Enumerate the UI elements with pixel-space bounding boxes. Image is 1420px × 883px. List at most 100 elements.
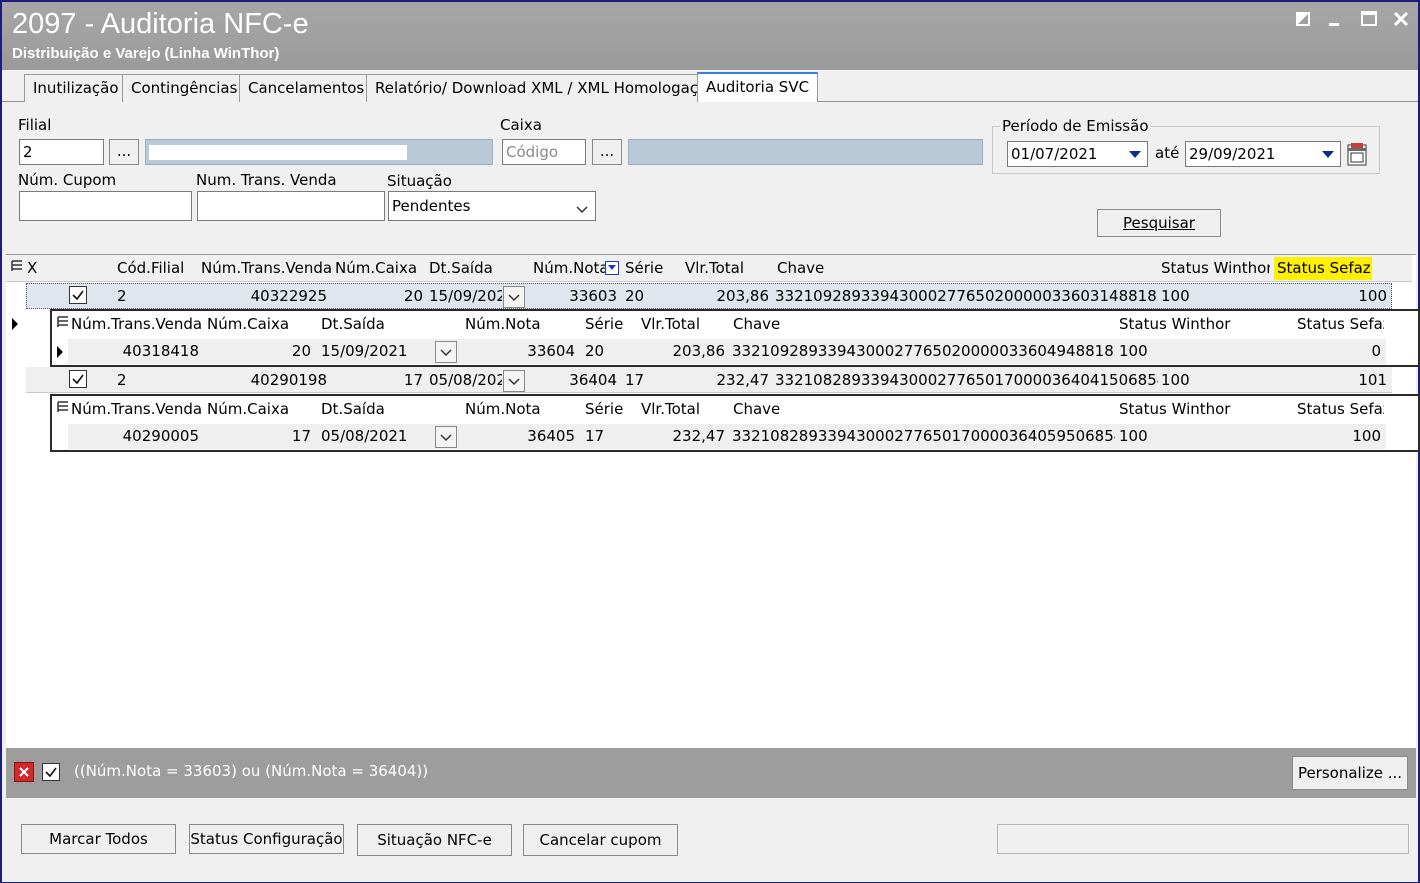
tab-inutilizacao[interactable]: Inutilização	[24, 74, 128, 102]
detail-2-num-nota: 36405	[527, 427, 575, 445]
detail-2-header-status-winthor[interactable]: Status Winthor	[1116, 397, 1286, 422]
header-dt-saida[interactable]: Dt.Saída	[426, 256, 526, 281]
row-1-chave: 3321092893394300027765020000033603148818…	[775, 287, 1158, 305]
row-2-cod-filial: 2	[117, 371, 127, 389]
detail-1-dt-saida: 15/09/2021	[321, 342, 408, 360]
clear-filter-icon[interactable]	[14, 762, 34, 782]
trans-venda-label: Num. Trans. Venda	[196, 171, 337, 189]
personalize-button[interactable]: Personalize ...	[1292, 756, 1408, 790]
header-status-winthor[interactable]: Status Winthor	[1158, 256, 1270, 281]
detail-2-header-num-trans[interactable]: Núm.Trans.Venda	[68, 397, 202, 422]
row-1-date-dropdown-icon[interactable]	[503, 286, 525, 308]
marcar-todos-button[interactable]: Marcar Todos	[21, 824, 176, 854]
detail-2-date-dropdown-icon[interactable]	[435, 426, 457, 448]
app-window: 2097 - Auditoria NFC-e Distribuição e Va…	[0, 0, 1420, 883]
tab-contingencias[interactable]: Contingências	[122, 74, 247, 102]
maximize-icon[interactable]	[1358, 10, 1380, 32]
detail-2-header-serie[interactable]: Série	[582, 397, 636, 422]
detail-1-num-trans: 40318418	[122, 342, 199, 360]
header-status-sefaz[interactable]: Status Sefaz	[1274, 257, 1372, 280]
caixa-label: Caixa	[500, 116, 542, 134]
row-1-num-caixa: 20	[403, 287, 423, 305]
tab-relatorio-download[interactable]: Relatório/ Download XML / XML Homologaçã…	[366, 74, 726, 102]
detail-1-num-caixa: 20	[291, 342, 311, 360]
header-num-caixa[interactable]: Núm.Caixa	[332, 256, 428, 281]
row-2-vlr-total: 232,47	[716, 371, 770, 389]
restore-icon[interactable]	[1292, 10, 1314, 32]
situacao-nfce-button[interactable]: Situação NFC-e	[357, 824, 512, 856]
tab-cancelamentos[interactable]: Cancelamentos	[239, 74, 374, 102]
detail-1-header-chave[interactable]: Chave	[730, 312, 1110, 337]
header-cod-filial[interactable]: Cód.Filial	[114, 256, 200, 281]
detail-2-num-caixa: 17	[291, 427, 311, 445]
detail-2-serie: 17	[585, 427, 605, 445]
cancelar-cupom-button[interactable]: Cancelar cupom	[523, 824, 678, 856]
date-from-value: 01/07/2021	[1011, 145, 1098, 163]
date-to-input[interactable]: 29/09/2021	[1185, 141, 1341, 167]
detail-2-header-num-nota[interactable]: Núm.Nota	[462, 397, 578, 422]
caixa-lookup-button[interactable]: ...	[592, 139, 622, 165]
detail-2-header-dt-saida[interactable]: Dt.Saída	[318, 397, 458, 422]
date-to-dropdown-icon[interactable]	[1319, 145, 1337, 163]
detail-1-header-vlr-total[interactable]: Vlr.Total	[638, 312, 726, 337]
status-configuracao-button[interactable]: Status Configuração	[189, 824, 344, 854]
detail-1-vlr-total: 203,86	[672, 342, 726, 360]
filter-expression[interactable]: ((Núm.Nota = 33603) ou (Núm.Nota = 36404…	[74, 762, 428, 780]
window-subtitle: Distribuição e Varejo (Linha WinThor)	[12, 45, 280, 62]
minimize-icon[interactable]	[1324, 10, 1346, 32]
filial-description-field	[145, 139, 493, 165]
pesquisar-button[interactable]: Pesquisar	[1097, 209, 1221, 237]
cupom-input[interactable]	[19, 191, 192, 221]
tab-auditoria-svc[interactable]: Auditoria SVC	[697, 72, 819, 102]
date-from-dropdown-icon[interactable]	[1126, 145, 1144, 163]
detail-1-serie: 20	[585, 342, 605, 360]
trans-venda-input[interactable]	[197, 191, 385, 221]
close-icon[interactable]	[1390, 10, 1412, 32]
situacao-label: Situação	[387, 172, 452, 190]
detail-1-header-serie[interactable]: Série	[582, 312, 636, 337]
results-grid: X Cód.Filial Núm.Trans.Venda Núm.Caixa D…	[6, 254, 1420, 748]
caixa-input[interactable]: Código	[502, 139, 586, 165]
redacted-text	[149, 145, 407, 160]
detail-1-header-num-caixa[interactable]: Núm.Caixa	[204, 312, 314, 337]
detail-2-header-num-caixa[interactable]: Núm.Caixa	[204, 397, 314, 422]
header-num-nota[interactable]: Núm.Nota	[530, 256, 606, 281]
chevron-down-icon	[575, 198, 589, 226]
row-1-serie: 20	[625, 287, 645, 305]
filter-enabled-checkbox[interactable]	[42, 763, 60, 781]
header-x[interactable]: X	[24, 256, 64, 281]
situacao-select[interactable]: Pendentes	[388, 191, 596, 221]
header-num-trans[interactable]: Núm.Trans.Venda	[198, 256, 332, 281]
detail-1-header-num-nota[interactable]: Núm.Nota	[462, 312, 578, 337]
filial-input[interactable]: 2	[19, 139, 104, 165]
detail-1-header-status-sefaz[interactable]: Status Sefaz	[1294, 312, 1384, 337]
detail-grid-1: Núm.Trans.Venda Núm.Caixa Dt.Saída Núm.N…	[50, 309, 1420, 367]
header-chave[interactable]: Chave	[774, 256, 1154, 281]
detail-1-header-status-winthor[interactable]: Status Winthor	[1116, 312, 1286, 337]
detail-2-header-status-sefaz[interactable]: Status Sefaz	[1294, 397, 1384, 422]
row-2-checkbox[interactable]	[69, 370, 87, 388]
header-vlr-total[interactable]: Vlr.Total	[682, 256, 772, 281]
row-1-checkbox[interactable]	[69, 286, 87, 304]
detail-2-header-chave[interactable]: Chave	[730, 397, 1110, 422]
detail-grid-2: Núm.Trans.Venda Núm.Caixa Dt.Saída Núm.N…	[50, 394, 1420, 452]
detail-1-date-dropdown-icon[interactable]	[435, 341, 457, 363]
row-pointer-icon	[10, 317, 20, 335]
filter-icon[interactable]	[605, 261, 619, 275]
date-from-input[interactable]: 01/07/2021	[1007, 141, 1148, 167]
filial-lookup-button[interactable]: ...	[109, 139, 139, 165]
detail-1-status-sefaz: 0	[1371, 342, 1381, 360]
detail-1-pointer-icon	[55, 345, 65, 363]
row-2-chave: 3321082893394300027765017000036404150685…	[775, 371, 1158, 389]
tab-strip: Inutilização Contingências Cancelamentos…	[2, 70, 1418, 102]
row-1-status-sefaz: 100	[1358, 287, 1387, 305]
detail-2-header-vlr-total[interactable]: Vlr.Total	[638, 397, 726, 422]
detail-1-header-dt-saida[interactable]: Dt.Saída	[318, 312, 458, 337]
detail-1-num-nota: 33604	[527, 342, 575, 360]
header-serie[interactable]: Série	[622, 256, 680, 281]
calendar-icon[interactable]	[1344, 141, 1370, 167]
situacao-value: Pendentes	[392, 197, 471, 215]
detail-1-header-num-trans[interactable]: Núm.Trans.Venda	[68, 312, 202, 337]
row-2-status-sefaz: 101	[1358, 371, 1387, 389]
row-2-date-dropdown-icon[interactable]	[503, 370, 525, 392]
